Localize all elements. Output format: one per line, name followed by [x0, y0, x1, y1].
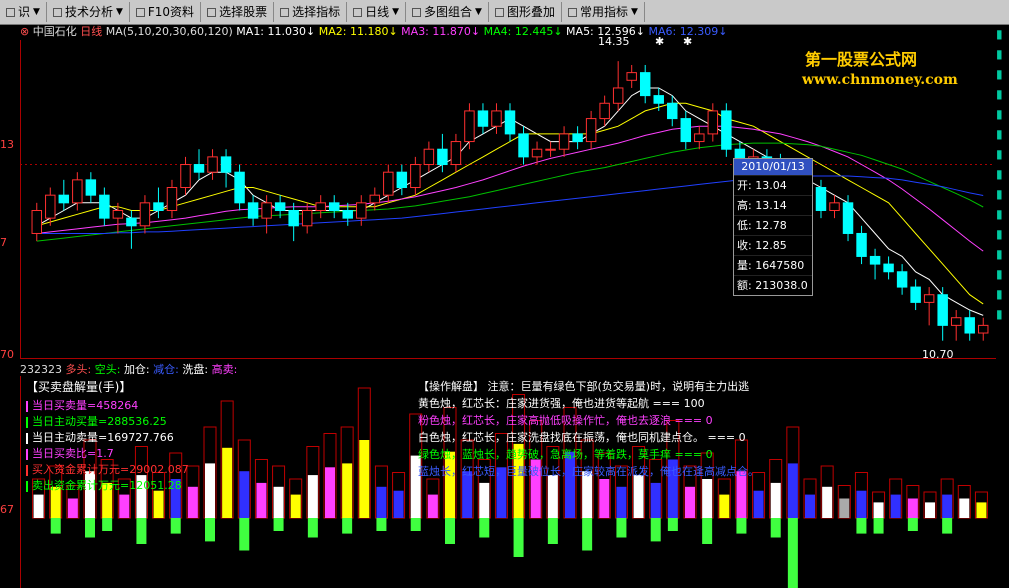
watermark-url: www.chnmoney.com — [802, 72, 958, 88]
y-axis-label-lower: 67 — [0, 503, 14, 516]
candle-tooltip: 2010/01/13 开: 13.04 高: 13.14 低: 12.78 收: 12… — [733, 158, 813, 296]
main-toolbar: 识 ▼ 技术分析 ▼ F10资料 选择股票 选择指标 日线 ▼ 多图组合 ▼ 图形叠加 常用指标 ▼ — [0, 0, 1009, 25]
lower-value-text: 当日主动卖量=169727.766 — [32, 431, 174, 444]
y-axis-label-13: 13 — [0, 138, 14, 151]
star-marker-2: ✱ — [683, 35, 693, 48]
color-marker-icon — [26, 480, 28, 492]
legend-xipan: 洗盘: — [182, 363, 209, 376]
toolbar-icon — [353, 7, 363, 17]
tooltip-row: 低: 12.78 — [734, 215, 812, 235]
tooltip-row: 开: 13.04 — [734, 175, 812, 195]
lower-value-line: 当日主动买量=288536.25 — [26, 413, 167, 429]
toolbar-label: 识 — [18, 5, 31, 19]
ma3-value: MA3: 11.870↓ — [401, 25, 481, 38]
toolbar-icon — [52, 7, 62, 17]
toolbar-icon — [494, 7, 504, 17]
color-marker-icon — [26, 448, 28, 460]
lower-value-line: 买入资金累计万元=29002.087 — [26, 461, 189, 477]
lower-value-text: 当日买卖比=1.7 — [32, 447, 114, 460]
y-axis-label-mid: 7 — [0, 236, 7, 249]
lower-value-line: 卖出资金累计万元=12051.28 — [26, 477, 182, 493]
toolbar-button-2[interactable]: F10资料 — [130, 2, 202, 22]
lower-value-text: 当日买卖量=458264 — [32, 399, 139, 412]
indicator-legend: 232323 多头: 空头: 加仓: 减仓: 洗盘: 高卖: — [20, 361, 237, 377]
lower-value-line: 当日主动卖量=169727.766 — [26, 429, 174, 445]
toolbar-button-7[interactable]: 图形叠加 — [489, 2, 562, 22]
dropdown-arrow-icon: ▼ — [392, 7, 400, 17]
toolbar-icon — [6, 7, 15, 17]
tooltip-row: 额: 213038.0 — [734, 275, 812, 295]
toolbar-icon — [412, 7, 422, 17]
period-label: 日线 — [80, 25, 103, 38]
dropdown-arrow-icon: ▼ — [475, 7, 482, 17]
tooltip-date: 2010/01/13 — [734, 159, 812, 175]
note-line: 【操作解盘】 注意：巨量有绿色下部(负交易量)时，说明有主力出逃 — [418, 380, 750, 393]
watermark-title: 第一股票公式网 — [805, 50, 918, 69]
dropdown-arrow-icon: ▼ — [631, 7, 638, 17]
toolbar-button-6[interactable]: 多图组合 ▼ — [406, 2, 489, 22]
legend-code: 232323 — [20, 363, 62, 376]
color-marker-icon — [26, 400, 28, 412]
lower-value-text: 卖出资金累计万元=12051.28 — [32, 479, 182, 492]
lower-value-line: 当日买卖比=1.7 — [26, 445, 114, 461]
ma-params: MA(5,10,20,30,60,120) — [105, 25, 233, 38]
toolbar-icon — [135, 7, 145, 17]
dropdown-arrow-icon: ▼ — [33, 7, 40, 17]
star-marker-1: ✱ — [655, 35, 665, 48]
note-line: 蓝烛长，红芯短，巨量破位长，庄家较高在派发，俺也在逢高减点仓。 — [418, 465, 759, 478]
toolbar-label: 常用指标 — [579, 5, 628, 19]
ma2-value: MA2: 11.180↓ — [318, 25, 398, 38]
ma1-value: MA1: 11.030↓ — [236, 25, 316, 38]
toolbar-label: 日线 — [365, 5, 390, 19]
toolbar-label: F10资料 — [147, 5, 195, 19]
toolbar-label: 技术分析 — [64, 5, 113, 19]
tooltip-row: 高: 13.14 — [734, 195, 812, 215]
note-line: 白色烛，红芯长，庄家洗盘找底在振荡，俺也同机建点仓。 === 0 — [418, 431, 746, 444]
toolbar-button-3[interactable]: 选择股票 — [201, 2, 275, 22]
color-marker-icon — [26, 432, 28, 444]
note-line: 黄色烛，红芯长：庄家进货强，俺也进货等起航 === 100 — [418, 397, 705, 410]
toolbar-button-1[interactable]: 技术分析 ▼ — [47, 2, 130, 22]
note-line: 粉色烛，红芯长，庄家高抛低吸操作忙，俺也去逐浪 === 0 — [418, 414, 713, 427]
close-icon[interactable]: ⊗ — [20, 25, 29, 38]
legend-jiancang: 减仓: — [153, 363, 179, 376]
toolbar-button-8[interactable]: 常用指标 ▼ — [562, 2, 645, 22]
toolbar-label: 图形叠加 — [506, 5, 555, 19]
color-marker-icon — [26, 416, 28, 428]
toolbar-icon — [207, 7, 217, 17]
low-annotation: 10.70 — [922, 348, 954, 361]
legend-jiacang: 加仓: — [123, 363, 150, 376]
lower-value-line: 当日买卖量=458264 — [26, 397, 138, 413]
legend-kong: 空头: — [94, 363, 121, 376]
lower-indicator-title: 【买卖盘解量(手)】 — [26, 380, 132, 394]
y-axis-label-70: 70 — [0, 348, 14, 361]
lower-value-text: 买入资金累计万元=29002.087 — [32, 463, 189, 476]
stock-name: 中国石化 — [32, 25, 77, 38]
tooltip-row: 收: 12.85 — [734, 235, 812, 255]
dropdown-arrow-icon: ▼ — [115, 7, 123, 17]
toolbar-icon — [280, 7, 290, 17]
legend-gaomai: 高卖: — [211, 363, 238, 376]
high-annotation: 14.35 — [598, 35, 630, 48]
ma4-value: MA4: 12.445↓ — [483, 25, 563, 38]
toolbar-label: 选择股票 — [219, 5, 268, 19]
note-line: 绿色烛，蓝烛长，趋势破，急离场，等着跌，莫手痒 === 0 — [418, 448, 713, 461]
color-marker-icon — [26, 464, 28, 476]
toolbar-button-0[interactable]: 识 ▼ — [0, 2, 47, 22]
right-edge-strip: ▮ ▮ ▮ ▮ ▮ ▮ ▮ ▮ ▮ ▮ ▮ ▮ ▮ ▮ ▮ — [996, 27, 1003, 321]
tooltip-row: 量: 1647580 — [734, 255, 812, 275]
toolbar-button-4[interactable]: 选择指标 — [274, 2, 348, 22]
toolbar-icon — [567, 7, 577, 17]
toolbar-button-5[interactable]: 日线 ▼ — [347, 2, 407, 22]
lower-value-text: 当日主动买量=288536.25 — [32, 415, 167, 428]
legend-duo: 多头: — [65, 363, 92, 376]
toolbar-label: 选择指标 — [292, 5, 341, 19]
toolbar-label: 多图组合 — [424, 5, 473, 19]
